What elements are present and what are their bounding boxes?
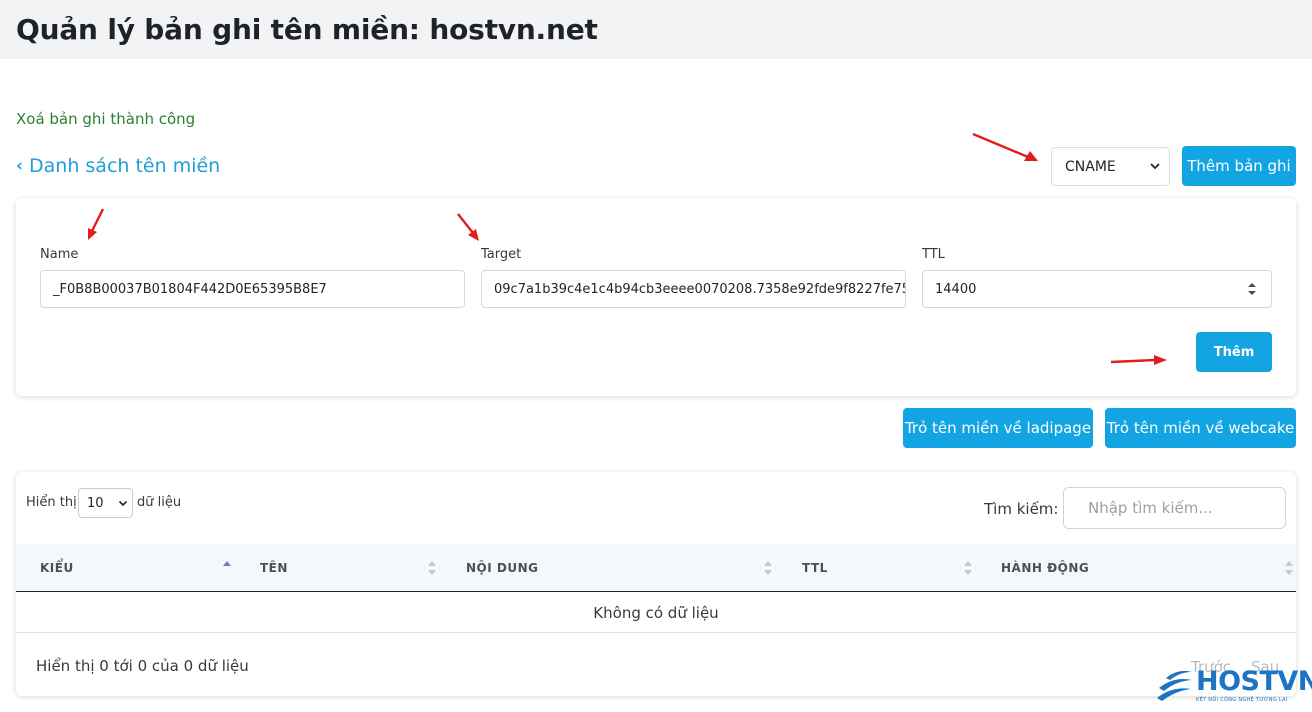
back-link-label: Danh sách tên miền [29,155,221,177]
column-header-type[interactable]: KIỂU [40,561,74,575]
hostvn-logo: HOSTVN KẾT NỐI CÔNG NGHỆ TƯƠNG LAI [1156,666,1312,708]
column-header-content[interactable]: NỘI DUNG [466,561,538,575]
record-type-value: CNAME [1065,158,1116,175]
search-input[interactable]: Nhập tìm kiếm... [1063,487,1286,529]
ttl-input[interactable]: 14400 [922,270,1272,308]
name-input[interactable]: _F0B8B00037B01804F442D0E65395B8E7 [40,270,465,308]
chevron-left-icon: ‹ [16,156,24,176]
table-empty-row: Không có dữ liệu [16,593,1296,633]
sort-icon[interactable] [964,560,972,576]
back-to-domain-list-link[interactable]: ‹ Danh sách tên miền [16,155,220,177]
empty-message: Không có dữ liệu [593,603,719,622]
search-placeholder: Nhập tìm kiếm... [1088,499,1213,517]
add-record-button[interactable]: Thêm bản ghi [1182,146,1296,186]
column-header-ttl[interactable]: TTL [802,561,828,575]
submit-add-button[interactable]: Thêm [1196,332,1272,372]
number-stepper-icon[interactable] [1247,281,1257,297]
logo-wordmark: HOSTVN [1196,666,1312,697]
records-table-card: Hiển thị 10 dữ liệu Tìm kiếm: Nhập tìm k… [16,472,1296,696]
sort-asc-icon[interactable] [223,560,231,576]
sort-icon[interactable] [1285,560,1293,576]
ttl-label: TTL [922,247,945,262]
name-input-value: _F0B8B00037B01804F442D0E65395B8E7 [53,281,327,297]
annotation-arrow-icon [972,132,1038,161]
annotation-arrow-icon [88,208,105,240]
success-alert: Xoá bản ghi thành công [16,110,196,128]
table-header: KIỂU TÊN NỘI DUNG TTL HÀNH ĐỘNG [16,544,1296,592]
annotation-arrow-icon [1110,355,1167,365]
column-header-name[interactable]: TÊN [260,561,288,575]
record-form-card: Name _F0B8B00037B01804F442D0E65395B8E7 T… [16,198,1296,396]
chevron-down-icon [118,500,128,507]
page-size-suffix: dữ liệu [137,495,182,510]
annotation-arrow-icon [457,213,479,241]
target-label: Target [481,247,522,262]
point-to-webcake-button[interactable]: Trỏ tên miền về webcake [1105,408,1296,448]
logo-tagline: KẾT NỐI CÔNG NGHỆ TƯƠNG LAI [1196,697,1288,703]
chevron-down-icon [1150,163,1160,170]
record-type-select[interactable]: CNAME [1051,147,1170,186]
sort-icon[interactable] [764,560,772,576]
target-input[interactable]: 09c7a1b39c4e1c4b94cb3eeee0070208.7358e92… [481,270,906,308]
point-to-ladipage-button[interactable]: Trỏ tên miền về ladipage [903,408,1093,448]
page-size-value: 10 [87,495,104,511]
sort-icon[interactable] [428,560,436,576]
wave-logo-icon [1157,670,1192,701]
page-size-label: Hiển thị [26,495,77,510]
search-label: Tìm kiếm: [984,500,1059,518]
ttl-input-value: 14400 [935,281,977,297]
column-header-actions[interactable]: HÀNH ĐỘNG [1001,561,1089,575]
table-info: Hiển thị 0 tới 0 của 0 dữ liệu [36,657,249,675]
page-title: Quản lý bản ghi tên miền: hostvn.net [16,13,598,46]
page-size-select[interactable]: 10 [78,488,133,518]
page-header: Quản lý bản ghi tên miền: hostvn.net [0,0,1312,59]
target-input-value: 09c7a1b39c4e1c4b94cb3eeee0070208.7358e92… [494,281,906,297]
name-label: Name [40,247,79,262]
